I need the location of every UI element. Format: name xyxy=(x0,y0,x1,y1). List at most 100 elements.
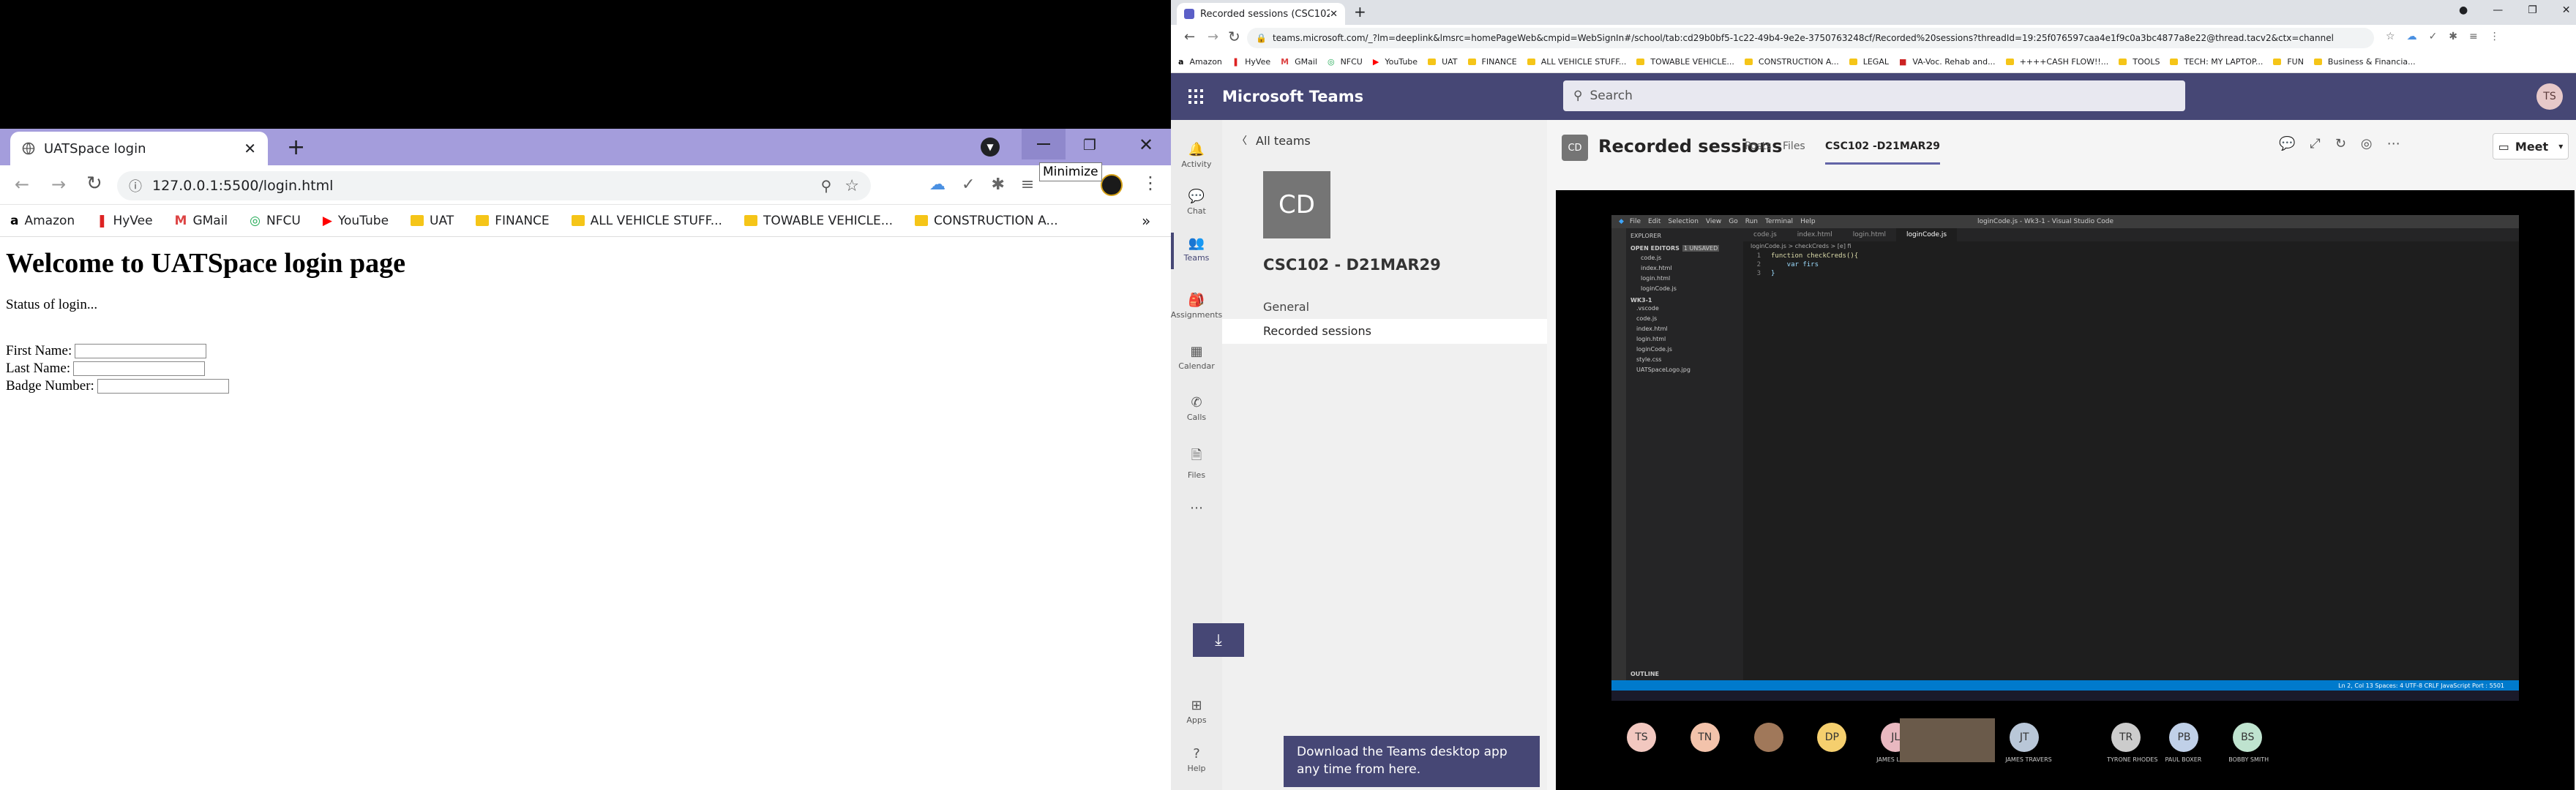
app-launcher-icon[interactable] xyxy=(1188,89,1203,104)
bookmark-item[interactable]: TOOLS xyxy=(2119,57,2160,67)
forward-icon[interactable]: → xyxy=(51,174,66,195)
conversation-icon[interactable]: 💬 xyxy=(2279,136,2295,151)
download-button[interactable]: ⤓ xyxy=(1193,623,1244,657)
menu-icon[interactable]: ≡ xyxy=(1021,176,1034,194)
minimize-button[interactable] xyxy=(1022,129,1066,159)
rail-activity[interactable]: 🔔 Activity xyxy=(1171,142,1222,169)
bookmark-item[interactable]: ❚ HyVee xyxy=(97,214,152,228)
more-bookmarks-icon[interactable]: » xyxy=(1142,212,1150,230)
tab-csc102[interactable]: CSC102 -D21MAR29 xyxy=(1825,140,1940,165)
left-browser-tab[interactable]: UATSpace login ✕ xyxy=(10,132,268,165)
new-tab-button[interactable]: + xyxy=(287,135,305,160)
bookmark-item[interactable]: M GMail xyxy=(175,214,228,228)
more-icon[interactable]: ⋮ xyxy=(2490,31,2500,42)
bookmark-item[interactable]: CONSTRUCTION A... xyxy=(914,214,1058,228)
vscode-menu-item[interactable]: Help xyxy=(1800,218,1816,225)
reload-icon[interactable]: ↻ xyxy=(1228,28,1240,45)
file-item[interactable]: index.html xyxy=(1636,324,1739,334)
rail-files[interactable]: 🗎 Files xyxy=(1171,446,1222,480)
first-name-input[interactable] xyxy=(75,344,207,358)
new-tab-button[interactable]: + xyxy=(1354,3,1366,20)
channel-recorded-sessions[interactable]: Recorded sessions xyxy=(1222,319,1547,344)
close-window-button[interactable]: ✕ xyxy=(2562,4,2571,16)
bookmark-item[interactable]: UAT xyxy=(411,214,454,228)
bookmark-item[interactable]: CONSTRUCTION A... xyxy=(1744,57,1839,67)
right-browser-tab[interactable]: Recorded sessions (CSC102 ✕ xyxy=(1177,3,1345,25)
bookmark-item[interactable]: ALL VEHICLE STUFF... xyxy=(1527,57,1626,67)
close-window-button[interactable]: ✕ xyxy=(1139,135,1153,155)
bookmark-item[interactable]: TOWABLE VEHICLE... xyxy=(744,214,893,228)
profile-avatar[interactable] xyxy=(1101,174,1123,196)
info-icon[interactable]: ⓘ xyxy=(129,176,142,195)
bookmark-item[interactable]: TECH: MY LAPTOP... xyxy=(2170,57,2263,67)
rail-[interactable]: ⋯ xyxy=(1171,500,1222,516)
rail-calendar[interactable]: ▦ Calendar xyxy=(1171,344,1222,371)
open-editor-item[interactable]: index.html xyxy=(1641,263,1739,274)
vscode-menu-item[interactable]: Terminal xyxy=(1765,218,1793,225)
all-teams-link[interactable]: 〈 All teams xyxy=(1237,133,1311,148)
participant-avatar[interactable]: PB xyxy=(2169,723,2199,752)
file-item[interactable]: .vscode xyxy=(1636,304,1739,314)
bookmark-item[interactable]: FINANCE xyxy=(1467,57,1517,67)
editor-tab[interactable]: code.js xyxy=(1743,228,1787,241)
open-editor-item[interactable]: loginCode.js xyxy=(1641,284,1739,294)
vscode-menu-item[interactable]: Selection xyxy=(1668,218,1698,225)
user-avatar[interactable]: TS xyxy=(2536,83,2563,110)
cloud-icon[interactable]: ☁ xyxy=(2407,31,2417,42)
meet-button[interactable]: ▭ Meet ▾ xyxy=(2493,133,2569,159)
participant-avatar[interactable]: TS xyxy=(1626,723,1656,752)
participant-avatar[interactable]: TR xyxy=(2111,723,2141,752)
file-item[interactable]: loginCode.js xyxy=(1636,345,1739,355)
more-icon[interactable]: ⋮ xyxy=(1142,173,1159,193)
channel-general[interactable]: General xyxy=(1263,300,1309,314)
recording-video[interactable]: ◆ File Edit Selection View Go Run Terminal Help… xyxy=(1556,190,2575,790)
vscode-menu-item[interactable]: Edit xyxy=(1648,218,1660,225)
bookmark-item[interactable]: LEGAL xyxy=(1849,57,1889,67)
bookmark-item[interactable]: Business & Financia... xyxy=(2313,57,2416,67)
file-item[interactable]: UATSpaceLogo.jpg xyxy=(1636,365,1739,375)
more-icon[interactable]: ⋯ xyxy=(2387,136,2400,151)
participant-avatar[interactable]: TN xyxy=(1690,723,1720,752)
bookmark-item[interactable]: ◎ NFCU xyxy=(1328,57,1363,67)
participant-avatar[interactable]: DP xyxy=(1817,723,1847,752)
tab-search-icon[interactable]: ▼ xyxy=(981,138,1000,157)
tab-posts[interactable]: Posts xyxy=(1745,140,1772,152)
vscode-menu-item[interactable]: Go xyxy=(1729,218,1737,225)
vscode-menu-item[interactable]: Run xyxy=(1745,218,1758,225)
vscode-menu-item[interactable]: View xyxy=(1706,218,1721,225)
bookmark-item[interactable]: UAT xyxy=(1428,57,1458,67)
check-icon[interactable]: ✓ xyxy=(962,176,975,194)
file-item[interactable]: code.js xyxy=(1636,314,1739,324)
rail-calls[interactable]: ✆ Calls xyxy=(1171,395,1222,422)
refresh-icon[interactable]: ↻ xyxy=(2335,136,2346,151)
badge-number-input[interactable] xyxy=(97,379,229,394)
bookmark-item[interactable]: ▶ YouTube xyxy=(1373,57,1418,67)
editor-tab[interactable]: loginCode.js xyxy=(1896,228,1958,241)
bookmark-item[interactable]: ALL VEHICLE STUFF... xyxy=(571,214,722,228)
reload-icon[interactable]: ↻ xyxy=(86,173,102,195)
bookmark-item[interactable]: ++++CASH FLOW!!... xyxy=(2005,57,2108,67)
rail-assignments[interactable]: 🎒 Assignments xyxy=(1171,293,1223,320)
bookmark-item[interactable]: ◎ NFCU xyxy=(250,214,301,228)
file-item[interactable]: style.css xyxy=(1636,355,1739,365)
restore-button[interactable]: ❐ xyxy=(2528,4,2537,16)
participant-avatar[interactable] xyxy=(1753,723,1783,752)
editor-tab[interactable]: index.html xyxy=(1787,228,1843,241)
bookmark-item[interactable]: TOWABLE VEHICLE... xyxy=(1636,57,1734,67)
bookmark-item[interactable]: ▶ YouTube xyxy=(323,214,389,228)
participant-video[interactable] xyxy=(1900,718,1995,762)
bookmark-item[interactable]: M GMail xyxy=(1281,57,1317,67)
participant-avatar[interactable]: JT xyxy=(2010,723,2040,752)
editor-tab[interactable]: login.html xyxy=(1843,228,1896,241)
file-item[interactable]: login.html xyxy=(1636,334,1739,345)
menu-icon[interactable]: ≡ xyxy=(2469,31,2478,42)
teams-search-input[interactable]: ⚲ Search xyxy=(1563,80,2185,111)
cloud-icon[interactable]: ☁ xyxy=(929,176,946,194)
check-icon[interactable]: ✓ xyxy=(2429,31,2438,42)
bookmark-item[interactable]: a Amazon xyxy=(10,214,75,228)
vscode-menu-item[interactable]: File xyxy=(1630,218,1641,225)
open-editor-item[interactable]: login.html xyxy=(1641,274,1739,284)
back-icon[interactable]: ← xyxy=(1184,29,1195,45)
address-bar[interactable]: ⓘ 127.0.0.1:5500/login.html ⚲ ☆ xyxy=(117,171,871,200)
zoom-icon[interactable]: ⚲ xyxy=(821,177,832,195)
